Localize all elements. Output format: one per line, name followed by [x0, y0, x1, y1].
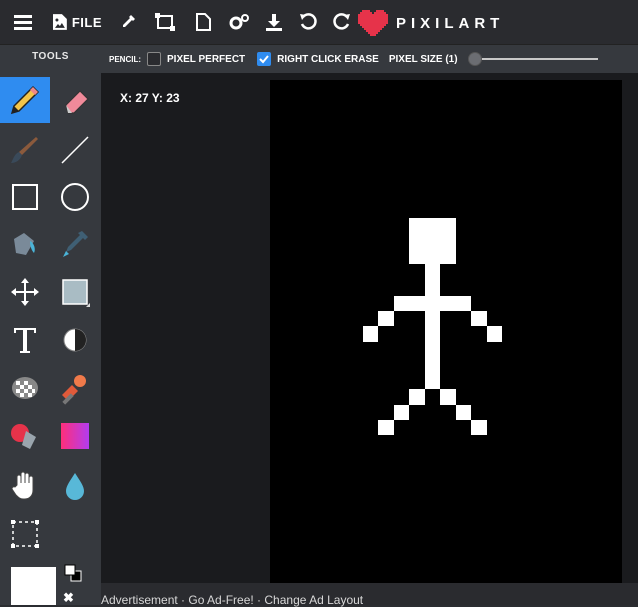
selection-icon [11, 520, 39, 548]
circle-icon [61, 183, 89, 211]
left-leg-segment [394, 405, 409, 420]
stick-figure-shoulders [394, 296, 471, 311]
circle-tool[interactable] [50, 174, 100, 220]
checkmark-icon [259, 54, 269, 63]
dodge-burn-icon [63, 328, 87, 352]
stamp-tool[interactable] [50, 365, 100, 411]
hand-icon [11, 471, 34, 500]
gradient-icon [61, 423, 89, 449]
text-tool[interactable] [0, 317, 50, 363]
text-icon [14, 328, 36, 353]
file-image-icon [52, 14, 67, 30]
brand-name: PIXILART [396, 14, 505, 32]
gradient-tool[interactable] [50, 413, 100, 459]
move-tool[interactable] [0, 269, 50, 315]
eyedropper-icon[interactable] [116, 0, 140, 44]
cursor-coordinates: X: 27 Y: 23 [120, 91, 180, 105]
eraser-tool[interactable] [50, 77, 100, 123]
pixel-size-label: PIXEL SIZE (1) [388, 53, 458, 65]
right-leg-segment [456, 405, 471, 420]
water-drop-icon [66, 473, 84, 500]
tools-title: TOOLS [32, 51, 69, 62]
eraser-icon [65, 90, 89, 114]
pixilart-brand[interactable]: PIXILART [358, 9, 504, 37]
tool-options-bar: PENCIL: PIXEL PERFECT RIGHT CLICK ERASE … [101, 45, 638, 73]
pencil-tool[interactable] [0, 77, 50, 123]
lighten-darken-tool[interactable] [50, 317, 100, 363]
dither-icon [12, 377, 38, 399]
slider-track [473, 58, 598, 60]
settings-gears-icon[interactable] [226, 0, 252, 44]
left-foot [378, 420, 394, 435]
dropper-icon [63, 231, 88, 257]
stamp-icon [62, 375, 86, 405]
pixel-perfect-checkbox[interactable] [147, 52, 161, 66]
shape-fill-tool[interactable] [50, 269, 100, 315]
pan-tool[interactable] [0, 463, 50, 509]
hamburger-icon[interactable] [10, 0, 36, 44]
paint-bucket-icon [14, 233, 35, 255]
stick-figure-head [409, 218, 456, 264]
brush-tool[interactable] [0, 127, 50, 173]
color-replace-tool[interactable] [0, 413, 50, 459]
rectangle-tool[interactable] [0, 174, 50, 220]
undo-icon[interactable] [296, 0, 320, 44]
right-click-erase-label: RIGHT CLICK ERASE [277, 53, 379, 65]
dither-tool[interactable] [0, 365, 50, 411]
new-file-icon[interactable] [192, 0, 214, 44]
swap-colors-icon [64, 564, 82, 582]
pixel-size-slider[interactable] [467, 52, 598, 66]
swap-colors-button[interactable] [58, 561, 88, 585]
pencil-icon [10, 85, 40, 115]
pixel-heart-logo [358, 10, 388, 36]
top-toolbar: FILE PIXILART [0, 0, 638, 45]
slider-knob[interactable] [467, 52, 482, 66]
blur-tool[interactable] [50, 463, 100, 509]
left-hand [363, 326, 378, 342]
primary-color-swatch[interactable] [11, 567, 56, 605]
fill-bucket-tool[interactable] [0, 221, 50, 267]
right-foot [471, 420, 487, 435]
right-hand [487, 326, 502, 342]
tools-sidebar: TOOLS [0, 45, 101, 605]
download-icon[interactable] [262, 0, 286, 44]
stick-figure-neck [425, 264, 440, 296]
tool-name-label: PENCIL: [109, 54, 141, 64]
color-picker-tool[interactable] [50, 221, 100, 267]
pixel-perfect-label: PIXEL PERFECT [167, 53, 246, 65]
advertisement-bar: Advertisement · Go Ad-Free! · Change Ad … [101, 583, 638, 607]
brush-icon [11, 137, 38, 163]
resize-canvas-icon[interactable] [152, 0, 178, 44]
color-replace-icon [11, 424, 36, 449]
drawing-canvas[interactable] [270, 80, 622, 583]
file-menu-button[interactable]: FILE [52, 0, 102, 44]
right-click-erase-checkbox[interactable] [257, 52, 272, 66]
left-arm-segment [378, 311, 394, 326]
select-tool[interactable] [0, 511, 50, 557]
left-hip [409, 389, 425, 405]
stick-figure-torso [425, 311, 440, 389]
file-menu-label: FILE [71, 14, 102, 30]
move-arrows-icon [11, 278, 39, 306]
filled-square-icon [62, 279, 90, 307]
redo-icon[interactable] [330, 0, 354, 44]
drawing-workspace: X: 27 Y: 23 [101, 73, 638, 583]
line-tool[interactable] [50, 127, 100, 173]
right-hip [440, 389, 456, 405]
right-arm-segment [471, 311, 487, 326]
close-ad-button[interactable]: ✖ [63, 590, 74, 606]
line-icon [61, 136, 89, 164]
rectangle-icon [12, 184, 38, 210]
